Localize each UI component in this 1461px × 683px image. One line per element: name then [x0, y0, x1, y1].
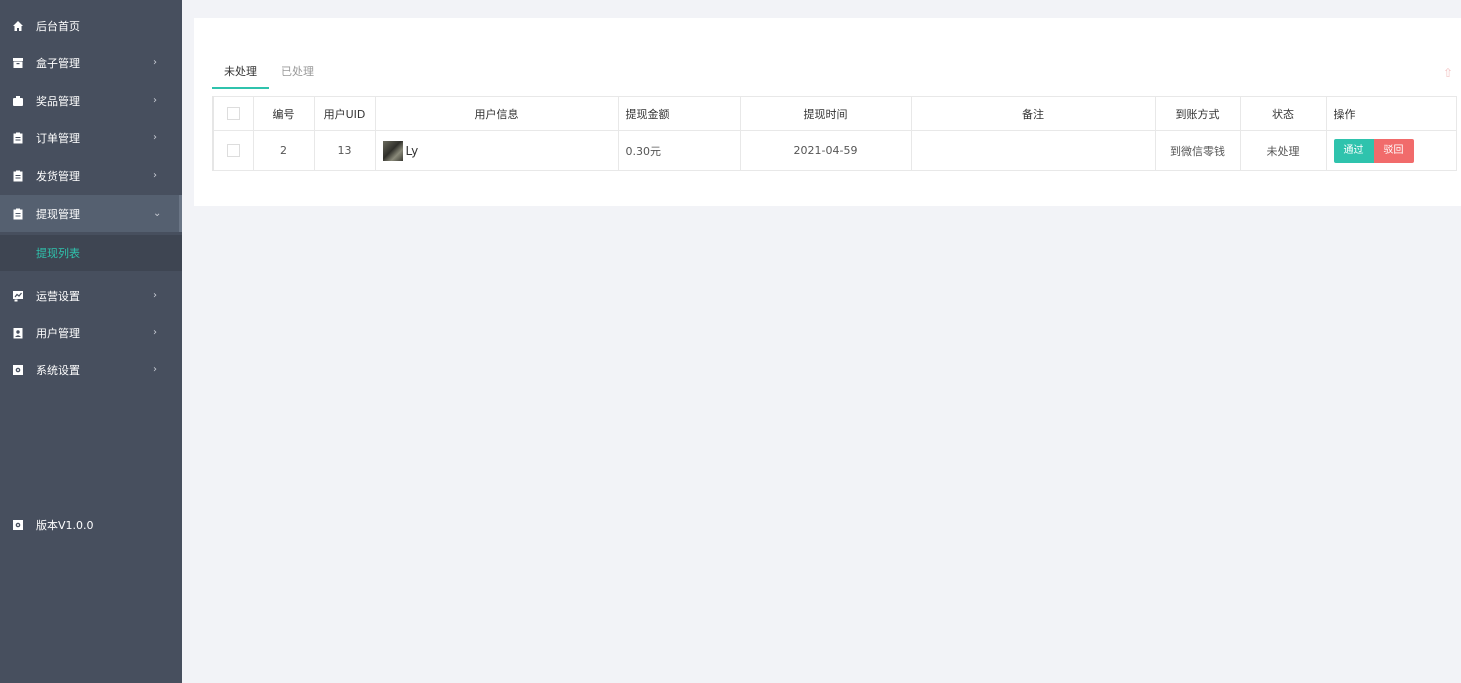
sidebar-item-users[interactable]: 用户管理 › [0, 314, 182, 351]
withdrawal-card: 未处理 已处理 ⇧ 编号 用户UID 用户信息 提现金额 提现时间 备注 到账方… [194, 18, 1461, 206]
gift-icon [13, 95, 23, 106]
home-icon [13, 20, 23, 31]
sidebar-item-home[interactable]: 后台首页 [0, 7, 182, 44]
column-header: 用户UID [314, 96, 376, 131]
status-tabs: 未处理 已处理 [212, 62, 326, 89]
chevron-right-icon: › [153, 95, 157, 106]
avatar [382, 140, 403, 161]
column-header: 备注 [911, 96, 1156, 131]
sidebar-item-label: 用户管理 [36, 326, 80, 340]
column-header: 提现时间 [740, 96, 912, 131]
sidebar-subitem-withdrawal-list[interactable]: 提现列表 [0, 235, 182, 271]
settings-icon [13, 519, 23, 530]
column-header: 到账方式 [1155, 96, 1241, 131]
reject-button[interactable]: 驳回 [1373, 138, 1414, 163]
cell-amount: 0.30元 [618, 130, 741, 171]
chevron-down-icon: ⌄ [153, 208, 162, 219]
column-header: 操作 [1326, 96, 1457, 131]
withdrawal-table: 编号 用户UID 用户信息 提现金额 提现时间 备注 到账方式 状态 操作 2 … [212, 96, 1457, 171]
cell-id: 2 [253, 130, 315, 171]
column-header: 状态 [1240, 96, 1327, 131]
cell-time: 2021-04-59 [740, 130, 912, 171]
select-all-cell [213, 96, 254, 131]
table-header-row: 编号 用户UID 用户信息 提现金额 提现时间 备注 到账方式 状态 操作 [213, 96, 1457, 131]
sidebar-item-box[interactable]: 盒子管理 › [0, 44, 182, 81]
sidebar-item-prizes[interactable]: 奖品管理 › [0, 82, 182, 119]
row-checkbox[interactable] [226, 144, 240, 158]
tab-processed[interactable]: 已处理 [269, 62, 326, 89]
sidebar-item-operations[interactable]: 运营设置 › [0, 277, 182, 314]
tab-unprocessed[interactable]: 未处理 [212, 62, 269, 89]
cell-status: 未处理 [1240, 130, 1327, 171]
cell-user: Ly [375, 130, 619, 171]
chevron-right-icon: › [153, 170, 157, 181]
sidebar-item-label: 订单管理 [36, 131, 80, 145]
sidebar-item-shipping[interactable]: 发货管理 › [0, 157, 182, 194]
select-all-checkbox[interactable] [226, 107, 240, 121]
clipboard-icon [13, 170, 23, 181]
sidebar-item-label: 后台首页 [36, 19, 80, 33]
chevron-right-icon: › [153, 132, 157, 143]
clipboard-icon [13, 132, 23, 143]
sidebar: 后台首页 盒子管理 › 奖品管理 › 订单管理 › 发货管理 › 提现管理 ⌄ … [0, 0, 182, 683]
sidebar-subitem-label: 提现列表 [36, 247, 80, 260]
version-label: 版本V1.0.0 [36, 518, 94, 532]
sidebar-version: 版本V1.0.0 [0, 506, 182, 543]
arrow-up-icon: ⇧ [1443, 66, 1454, 80]
chart-icon [13, 290, 23, 301]
chevron-right-icon: › [153, 290, 157, 301]
clipboard-icon [13, 208, 23, 219]
cell-actions: 通过 驳回 [1326, 130, 1457, 171]
sidebar-item-system[interactable]: 系统设置 › [0, 351, 182, 388]
cell-method: 到微信零钱 [1155, 130, 1241, 171]
table-row: 2 13 Ly 0.30元 2021-04-59 到微信零钱 未处理 通过 驳回 [213, 130, 1457, 171]
user-card-icon [13, 327, 23, 338]
box-icon [13, 57, 23, 68]
chevron-right-icon: › [153, 327, 157, 338]
cell-note [911, 130, 1156, 171]
column-header: 提现金额 [618, 96, 741, 131]
user-name: Ly [405, 143, 419, 158]
sidebar-item-label: 运营设置 [36, 289, 80, 303]
sidebar-item-label: 奖品管理 [36, 94, 80, 108]
sidebar-item-label: 提现管理 [36, 207, 80, 221]
sidebar-item-label: 系统设置 [36, 363, 80, 377]
column-header: 编号 [253, 96, 315, 131]
chevron-right-icon: › [153, 364, 157, 375]
settings-icon [13, 364, 23, 375]
row-select-cell [213, 130, 254, 171]
column-header: 用户信息 [375, 96, 619, 131]
sidebar-item-orders[interactable]: 订单管理 › [0, 119, 182, 156]
chevron-right-icon: › [153, 57, 157, 68]
cell-uid: 13 [314, 130, 376, 171]
sidebar-item-label: 盒子管理 [36, 56, 80, 70]
sidebar-item-withdrawal[interactable]: 提现管理 ⌄ [0, 195, 182, 232]
sidebar-item-label: 发货管理 [36, 169, 80, 183]
approve-button[interactable]: 通过 [1333, 138, 1374, 163]
